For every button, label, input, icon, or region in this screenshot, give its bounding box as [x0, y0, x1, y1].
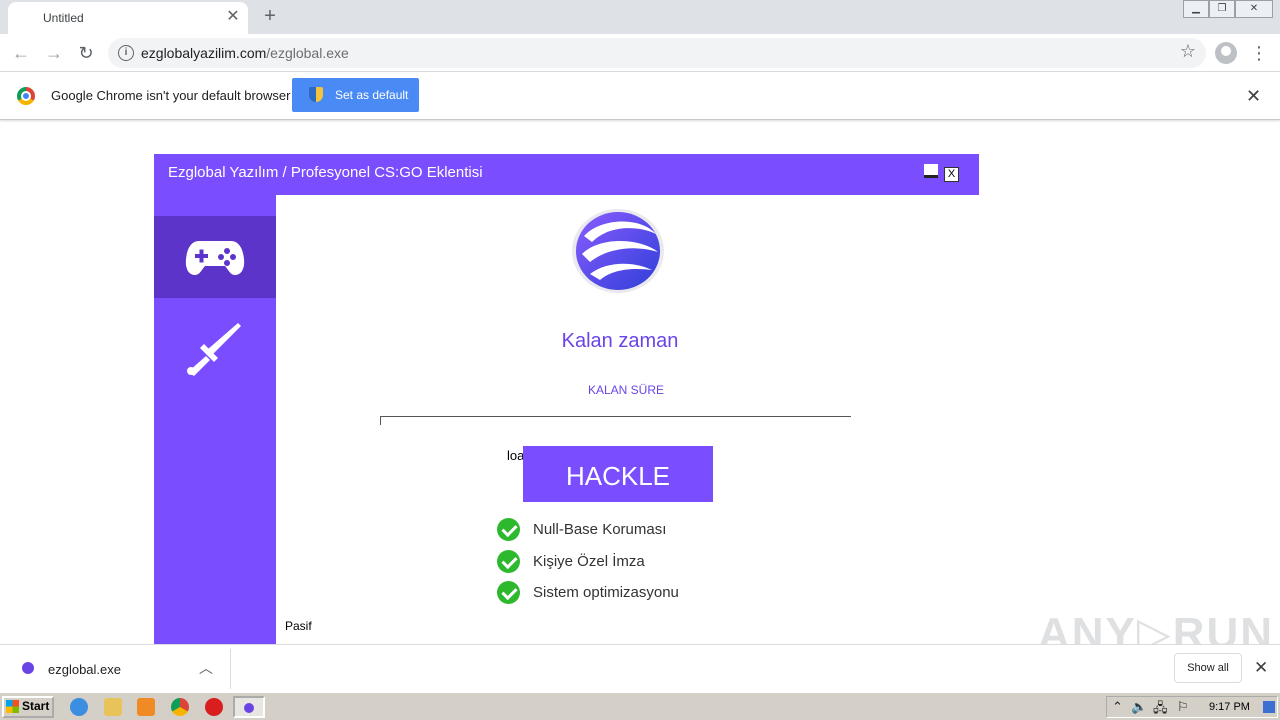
opera-icon[interactable] [205, 698, 223, 716]
download-shelf-close-icon[interactable]: ✕ [1254, 658, 1268, 678]
volume-icon[interactable]: 🔈 [1131, 699, 1147, 715]
back-arrow-icon[interactable]: ← [8, 40, 34, 66]
tab-title: Untitled [43, 11, 84, 25]
show-desktop-icon[interactable] [1263, 701, 1275, 713]
feature-label: Kişiye Özel İmza [533, 553, 645, 570]
windows-taskbar: Start ⌃ 🔈 🖧 ⚐ 9:17 PM [0, 692, 1280, 720]
tray-expand-icon[interactable]: ⌃ [1112, 699, 1123, 715]
app-close-button[interactable]: X [944, 167, 959, 182]
check-icon [497, 581, 520, 604]
sword-icon [187, 323, 241, 376]
tab-strip: Untitled ✕ + ▁ ❐ ✕ [0, 0, 1280, 34]
start-label: Start [22, 699, 50, 713]
start-button[interactable]: Start [2, 696, 54, 718]
remaining-time-title: Kalan zaman [561, 330, 679, 352]
chevron-up-icon[interactable]: ︿ [199, 658, 213, 678]
sidebar-item-games[interactable] [154, 216, 276, 298]
loading-label: loa [507, 448, 525, 463]
ezglobal-taskbar-button[interactable] [233, 696, 265, 718]
set-as-default-button[interactable]: Set as default [292, 78, 419, 112]
default-browser-infobar: Google Chrome isn't your default browser… [0, 72, 1280, 120]
media-player-icon[interactable] [137, 698, 155, 716]
browser-tab[interactable]: Untitled ✕ [8, 2, 248, 34]
clock[interactable]: 9:17 PM [1209, 701, 1250, 713]
app-minimize-button[interactable] [924, 164, 938, 178]
ezglobal-logo-icon [572, 209, 664, 293]
hackle-button[interactable]: HACKLE [523, 446, 713, 502]
app-title-bar: Ezglobal Yazılım / Profesyonel CS:GO Ekl… [154, 154, 979, 195]
divider [230, 649, 231, 689]
url-path: /ezglobal.exe [266, 45, 349, 61]
action-center-flag-icon[interactable]: ⚐ [1177, 699, 1189, 715]
tab-close-icon[interactable]: ✕ [224, 8, 242, 26]
network-icon[interactable]: 🖧 [1153, 699, 1168, 720]
restore-window-button[interactable]: ❐ [1209, 0, 1235, 18]
show-all-button[interactable]: Show all [1174, 653, 1242, 683]
browser-toolbar: ← → ↻ i ezglobalyazilim.com/ezglobal.exe… [0, 34, 1280, 72]
address-bar[interactable]: i ezglobalyazilim.com/ezglobal.exe ☆ [108, 38, 1206, 68]
bookmark-star-icon[interactable]: ☆ [1180, 41, 1196, 62]
download-file-icon [22, 662, 34, 674]
internet-explorer-icon[interactable] [70, 698, 88, 716]
app-title: Ezglobal Yazılım / Profesyonel CS:GO Ekl… [168, 164, 483, 181]
folder-icon[interactable] [104, 698, 122, 716]
windows-flag-icon [6, 700, 19, 713]
close-window-button[interactable]: ✕ [1235, 0, 1273, 18]
check-icon [497, 550, 520, 573]
minimize-window-button[interactable]: ▁ [1183, 0, 1209, 18]
url-host: ezglobalyazilim.com [141, 45, 267, 61]
check-icon [497, 518, 520, 541]
ezglobal-app-icon [244, 703, 254, 713]
remaining-time-subtitle: KALAN SÜRE [587, 383, 665, 397]
profile-avatar-icon[interactable] [1215, 42, 1237, 64]
new-tab-button[interactable]: + [258, 4, 282, 28]
chrome-taskbar-icon[interactable] [171, 698, 189, 716]
sidebar-item-weapons[interactable] [154, 298, 276, 380]
infobar-message: Google Chrome isn't your default browser [51, 88, 291, 103]
app-sidebar [154, 195, 276, 644]
status-text: Pasif [285, 619, 312, 633]
infobar-close-icon[interactable]: ✕ [1246, 86, 1261, 107]
chrome-menu-icon[interactable]: ⋮ [1250, 40, 1268, 66]
uac-shield-icon [309, 87, 323, 102]
download-shelf: ezglobal.exe ︿ Show all ✕ [0, 644, 1280, 692]
chrome-logo-icon [17, 87, 35, 105]
reload-icon[interactable]: ↻ [73, 40, 99, 66]
feature-label: Sistem optimizasyonu [533, 584, 679, 601]
progress-bar [380, 416, 851, 425]
site-info-icon[interactable]: i [118, 45, 134, 61]
download-file-name[interactable]: ezglobal.exe [48, 662, 121, 677]
gamepad-icon [185, 241, 245, 275]
url-text[interactable]: ezglobalyazilim.com/ezglobal.exe [141, 45, 349, 61]
forward-arrow-icon[interactable]: → [41, 40, 67, 66]
system-tray: ⌃ 🔈 🖧 ⚐ 9:17 PM [1106, 696, 1278, 718]
feature-label: Null-Base Koruması [533, 521, 667, 538]
set-as-default-label: Set as default [335, 88, 409, 102]
